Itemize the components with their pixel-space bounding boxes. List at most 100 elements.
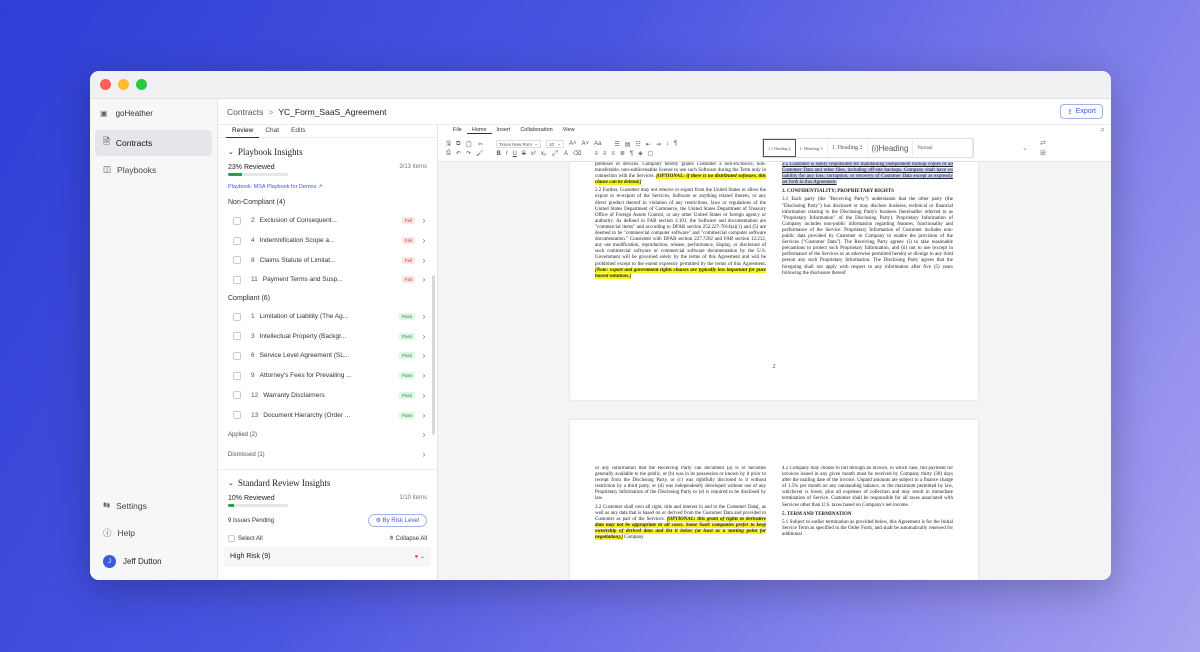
sidebar-item-help[interactable]: ⓘ Help xyxy=(95,521,212,545)
sidebar-item-contracts[interactable]: 🗎 Contracts xyxy=(95,130,212,156)
item-checkbox[interactable] xyxy=(233,236,241,245)
playbook-link[interactable]: Playbook: MSA Playbook for Demos ↗ xyxy=(218,180,437,194)
borders-icon[interactable]: ▢ xyxy=(648,150,654,157)
decrease-font-icon[interactable]: A˅ xyxy=(581,141,589,147)
shading-icon[interactable]: ◈ xyxy=(638,150,643,157)
sidebar-bottom: ⇆ Settings ⓘ Help J Jeff Dutton xyxy=(90,490,217,580)
insight-item[interactable]: 9 Attorney's Fees for Prevailing ... Pass › xyxy=(218,366,437,386)
align-right-icon[interactable]: ≡ xyxy=(611,151,615,157)
standard-insights-header[interactable]: ⌄ Standard Review Insights xyxy=(218,474,437,492)
document-page[interactable]: or any information that the Receiving Pa… xyxy=(570,420,978,580)
increase-indent-icon[interactable]: ⇥ xyxy=(656,141,661,148)
undo-icon[interactable]: ↶ xyxy=(456,150,461,157)
cut-icon[interactable]: ✂ xyxy=(478,141,483,148)
checkbox[interactable] xyxy=(228,535,235,543)
style-option[interactable]: (i)Heading xyxy=(868,139,914,157)
item-checkbox[interactable] xyxy=(233,216,241,225)
item-checkbox[interactable] xyxy=(233,275,241,284)
decrease-indent-icon[interactable]: ⇤ xyxy=(646,141,651,148)
insight-item[interactable]: 11 Payment Terms and Susp... Fail › xyxy=(218,270,437,290)
panel-scrollbar[interactable] xyxy=(432,275,435,435)
maximize-window-button[interactable] xyxy=(136,79,147,90)
chevron-down-icon: ⌄ xyxy=(228,148,234,156)
font-color-icon[interactable]: A xyxy=(564,151,568,157)
styles-expand-icon[interactable]: ⌄ xyxy=(1022,144,1028,152)
close-window-button[interactable] xyxy=(100,79,111,90)
insight-item[interactable]: 1 Limitation of Liability (The Ag... Pass › xyxy=(218,307,437,327)
export-button[interactable]: ⇪ Export xyxy=(1059,104,1103,119)
superscript-icon[interactable]: x² xyxy=(531,151,536,157)
paste-icon[interactable]: 📋 xyxy=(465,141,472,148)
style-option[interactable]: 1. Heading 2 xyxy=(828,139,868,157)
bold-icon[interactable]: B xyxy=(497,151,501,157)
breadcrumb-contracts[interactable]: Contracts xyxy=(227,107,263,117)
subscript-icon[interactable]: x₂ xyxy=(541,151,546,157)
item-checkbox[interactable] xyxy=(233,256,241,265)
insight-item[interactable]: 6 Service Level Agreement (SL... Pass › xyxy=(218,346,437,366)
justify-icon[interactable]: ≣ xyxy=(620,150,625,157)
dismissed-group[interactable]: Dismissed (1) › xyxy=(218,445,437,465)
insight-item[interactable]: 3 Intellectual Property (Backgr... Pass › xyxy=(218,326,437,346)
risk-level-button[interactable]: ⚙ By Risk Level xyxy=(367,514,427,528)
sidebar-item-playbooks[interactable]: ◫ Playbooks xyxy=(95,158,212,181)
line-spacing-icon[interactable]: ↕ xyxy=(666,141,669,147)
clear-format-icon[interactable]: ⌫ xyxy=(573,150,581,157)
item-checkbox[interactable] xyxy=(233,312,241,321)
playbook-insights-header[interactable]: ⌄ Playbook Insights xyxy=(218,138,437,161)
align-left-icon[interactable]: ≡ xyxy=(594,151,598,157)
align-center-icon[interactable]: ≡ xyxy=(603,151,607,157)
document-canvas[interactable]: premises or devices. Company hereby gran… xyxy=(438,162,1111,580)
strikethrough-icon[interactable]: S xyxy=(522,151,526,157)
redo-icon[interactable]: ↷ xyxy=(466,150,471,157)
sidebar-item-settings[interactable]: ⇆ Settings xyxy=(95,494,212,517)
copy-icon[interactable]: ⧉ xyxy=(456,141,460,148)
multilevel-list-icon[interactable]: ☷ xyxy=(635,141,640,148)
menu-collaboration[interactable]: Collaboration xyxy=(515,127,557,133)
tab-review[interactable]: Review xyxy=(226,125,260,138)
font-family-select[interactable]: Times New Rom ⌄ xyxy=(495,140,541,148)
insight-item[interactable]: 2 Exclusion of Consequent... Fail › xyxy=(218,211,437,231)
change-case-icon[interactable]: Aa xyxy=(594,141,601,147)
font-size-select[interactable]: 10 ⌄ xyxy=(545,140,564,148)
find-replace-icon[interactable]: ⇄ ⊞ xyxy=(1040,139,1046,159)
sidebar-toggle-icon[interactable]: ▣ xyxy=(100,109,108,118)
format-painter-icon[interactable]: 🖌 xyxy=(476,150,484,157)
search-icon[interactable]: ⌕ xyxy=(1101,125,1105,135)
menu-file[interactable]: File xyxy=(448,127,467,133)
underline-icon[interactable]: U xyxy=(513,151,517,157)
highlight-icon[interactable]: 🖍 xyxy=(551,150,559,157)
numbered-list-icon[interactable]: ▤ xyxy=(625,141,631,148)
item-checkbox[interactable] xyxy=(233,391,241,400)
insight-item[interactable]: 12 Warranty Disclaimers Pass › xyxy=(218,386,437,406)
paragraph-mark-icon[interactable]: ¶ xyxy=(674,141,677,147)
settings-icon: ⇆ xyxy=(103,500,111,510)
menu-insert[interactable]: Insert xyxy=(492,127,516,133)
increase-font-icon[interactable]: A˄ xyxy=(569,141,577,147)
tab-chat[interactable]: Chat xyxy=(259,125,285,138)
item-checkbox[interactable] xyxy=(233,351,241,360)
high-risk-group[interactable]: High Risk (9) ● ⌄ xyxy=(224,546,431,567)
paragraph-options-icon[interactable]: ¶ xyxy=(630,151,633,157)
save-icon[interactable]: 🖫 xyxy=(446,139,451,149)
bullet-list-icon[interactable]: ☰ xyxy=(614,141,619,148)
collapse-all-button[interactable]: ⤊ Collapse All xyxy=(389,535,427,542)
select-all-checkbox[interactable]: Select All xyxy=(228,535,263,542)
insight-item[interactable]: 8 Claims Statute of Limitat... Fail › xyxy=(218,250,437,270)
insight-item[interactable]: 4 Indemnification Scope a... Fail › xyxy=(218,231,437,251)
menu-home[interactable]: Home xyxy=(466,127,492,134)
italic-icon[interactable]: I xyxy=(506,151,508,157)
print-icon[interactable]: ⎙ xyxy=(446,150,451,157)
item-checkbox[interactable] xyxy=(233,411,241,420)
style-option[interactable]: 1.1 Heading 4 xyxy=(763,139,796,157)
menu-view[interactable]: View xyxy=(558,127,580,133)
user-menu[interactable]: J Jeff Dutton xyxy=(95,549,212,574)
minimize-window-button[interactable] xyxy=(118,79,129,90)
document-page[interactable]: premises or devices. Company hereby gran… xyxy=(570,162,978,400)
item-checkbox[interactable] xyxy=(233,332,241,341)
style-option[interactable]: 1. Heading 3 xyxy=(796,139,828,157)
style-option[interactable]: Normal xyxy=(913,139,974,157)
applied-group[interactable]: Applied (2) › xyxy=(218,425,437,445)
tab-edits[interactable]: Edits xyxy=(285,125,311,138)
item-checkbox[interactable] xyxy=(233,371,241,380)
insight-item[interactable]: 13 Document Hierarchy (Order ... Pass › xyxy=(218,405,437,425)
